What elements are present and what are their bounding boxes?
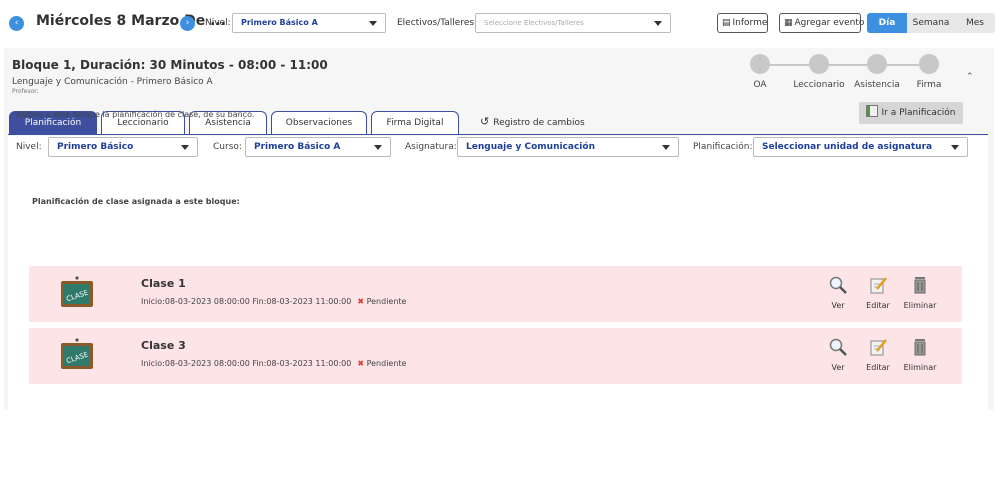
editar-label: Editar <box>866 363 890 372</box>
class-name: Clase 3 <box>141 339 186 352</box>
next-day-icon[interactable]: › <box>180 16 195 31</box>
magnifier-icon <box>816 274 860 296</box>
editar-button[interactable]: Editar <box>856 336 900 372</box>
class-row: CLASE Clase 3 Inicio:08-03-2023 08:00:00… <box>29 328 962 384</box>
trash-icon <box>898 336 942 358</box>
agregar-evento-label: Agregar evento <box>794 18 865 28</box>
registro-cambios-label: Registro de cambios <box>493 118 585 128</box>
eliminar-label: Eliminar <box>903 301 937 310</box>
class-info: Inicio:08-03-2023 08:00:00 Fin:08-03-202… <box>141 359 406 368</box>
view-tab-dia[interactable]: Día <box>867 13 907 33</box>
eliminar-label: Eliminar <box>903 363 937 372</box>
view-tab-semana[interactable]: Semana <box>907 13 955 33</box>
informe-label: Informe <box>732 18 768 28</box>
magnifier-icon <box>816 336 860 358</box>
chevron-down-icon <box>951 145 959 150</box>
nivel-label: Nivel: <box>205 18 231 28</box>
class-board-icon: CLASE <box>61 338 93 369</box>
ver-label: Ver <box>831 363 845 372</box>
filter-curso-label: Curso: <box>213 142 242 152</box>
document-icon: ▤ <box>722 18 731 28</box>
collapse-chevron-icon[interactable]: ⌃ <box>966 72 974 82</box>
prev-day-icon[interactable]: ‹ <box>9 16 24 31</box>
close-icon: ✖ <box>357 359 365 368</box>
calendar-icon: ▦ <box>784 18 793 28</box>
bloque-profesor: Profesor: <box>12 88 39 95</box>
filter-asignatura-label: Asignatura: <box>405 142 457 152</box>
filter-planificacion-value: Seleccionar unidad de asignatura <box>762 142 933 152</box>
edit-icon <box>856 274 900 296</box>
tab-observaciones[interactable]: Observaciones <box>271 111 367 135</box>
nivel-select[interactable]: Primero Básico A <box>232 13 386 33</box>
electivos-placeholder: Seleccione Electivos/Talleres <box>484 19 584 27</box>
tab-registro-cambios[interactable]: ↺ Registro de cambios <box>480 111 585 135</box>
tab-firma-digital[interactable]: Firma Digital <box>371 111 459 135</box>
chevron-down-icon <box>374 145 382 150</box>
informe-button[interactable]: ▤ Informe <box>717 13 768 33</box>
filter-curso-select[interactable]: Primero Básico A <box>245 137 391 157</box>
step-dot <box>750 54 770 74</box>
nivel-select-value: Primero Básico A <box>241 18 318 27</box>
assign-instructions: Asigne a este bloque la planificación de… <box>16 110 255 119</box>
bloque-subtitle: Lenguaje y Comunicación - Primero Básico… <box>12 77 213 87</box>
planning-icon <box>866 105 879 117</box>
editar-button[interactable]: Editar <box>856 274 900 310</box>
class-info: Inicio:08-03-2023 08:00:00 Fin:08-03-202… <box>141 297 406 306</box>
filter-asignatura-select[interactable]: Lenguaje y Comunicación <box>457 137 679 157</box>
eliminar-button[interactable]: Eliminar <box>898 336 942 372</box>
trash-icon <box>898 274 942 296</box>
filter-nivel-value: Primero Básico <box>57 142 134 152</box>
ver-button[interactable]: Ver <box>816 274 860 310</box>
chevron-down-icon <box>369 21 377 26</box>
eliminar-button[interactable]: Eliminar <box>898 274 942 310</box>
filter-planificacion-select[interactable]: Seleccionar unidad de asignatura <box>753 137 968 157</box>
class-dates: Inicio:08-03-2023 08:00:00 Fin:08-03-202… <box>141 297 352 306</box>
chevron-down-icon <box>662 145 670 150</box>
step-firma: Firma <box>904 54 954 90</box>
electivos-label: Electivos/Talleres: <box>397 18 478 28</box>
step-asistencia: Asistencia <box>842 54 912 90</box>
edit-icon <box>856 336 900 358</box>
date-title: Miércoles 8 Marzo De ... <box>36 13 227 29</box>
step-label: OA <box>753 80 767 90</box>
class-status: Pendiente <box>366 359 407 368</box>
ir-planificacion-button[interactable]: Ir a Planificación <box>859 102 963 124</box>
class-dates: Inicio:08-03-2023 08:00:00 Fin:08-03-202… <box>141 359 352 368</box>
filter-curso-value: Primero Básico A <box>254 142 341 152</box>
editar-label: Editar <box>866 301 890 310</box>
filter-planificacion-label: Planificación: <box>693 142 753 152</box>
class-status: Pendiente <box>366 297 407 306</box>
history-icon: ↺ <box>480 115 490 128</box>
ver-label: Ver <box>831 301 845 310</box>
chevron-down-icon <box>181 145 189 150</box>
ver-button[interactable]: Ver <box>816 336 860 372</box>
filter-nivel-select[interactable]: Primero Básico <box>48 137 198 157</box>
assigned-classes-title: Planificación de clase asignada a este b… <box>32 197 240 206</box>
ir-planificacion-label: Ir a Planificación <box>881 108 956 118</box>
step-label: Firma <box>916 80 942 90</box>
chevron-down-icon <box>654 21 662 26</box>
bloque-title: Bloque 1, Duración: 30 Minutos - 08:00 -… <box>12 58 328 72</box>
class-board-icon: CLASE <box>61 276 93 307</box>
step-dot <box>919 54 939 74</box>
filter-asignatura-value: Lenguaje y Comunicación <box>466 142 595 152</box>
agregar-evento-button[interactable]: ▦ Agregar evento <box>779 13 864 33</box>
top-bar: ‹ Miércoles 8 Marzo De ... › Nivel: Prim… <box>0 0 1000 44</box>
close-icon: ✖ <box>357 297 365 306</box>
step-oa: OA <box>742 54 778 90</box>
class-name: Clase 1 <box>141 277 186 290</box>
electivos-select[interactable]: Seleccione Electivos/Talleres <box>475 13 671 33</box>
step-dot <box>867 54 887 74</box>
step-dot <box>809 54 829 74</box>
tabs-underline <box>8 134 988 135</box>
step-label: Asistencia <box>854 80 900 90</box>
view-tab-mes[interactable]: Mes <box>955 13 995 33</box>
class-row: CLASE Clase 1 Inicio:08-03-2023 08:00:00… <box>29 266 962 322</box>
filter-nivel-label: Nivel: <box>16 142 42 152</box>
